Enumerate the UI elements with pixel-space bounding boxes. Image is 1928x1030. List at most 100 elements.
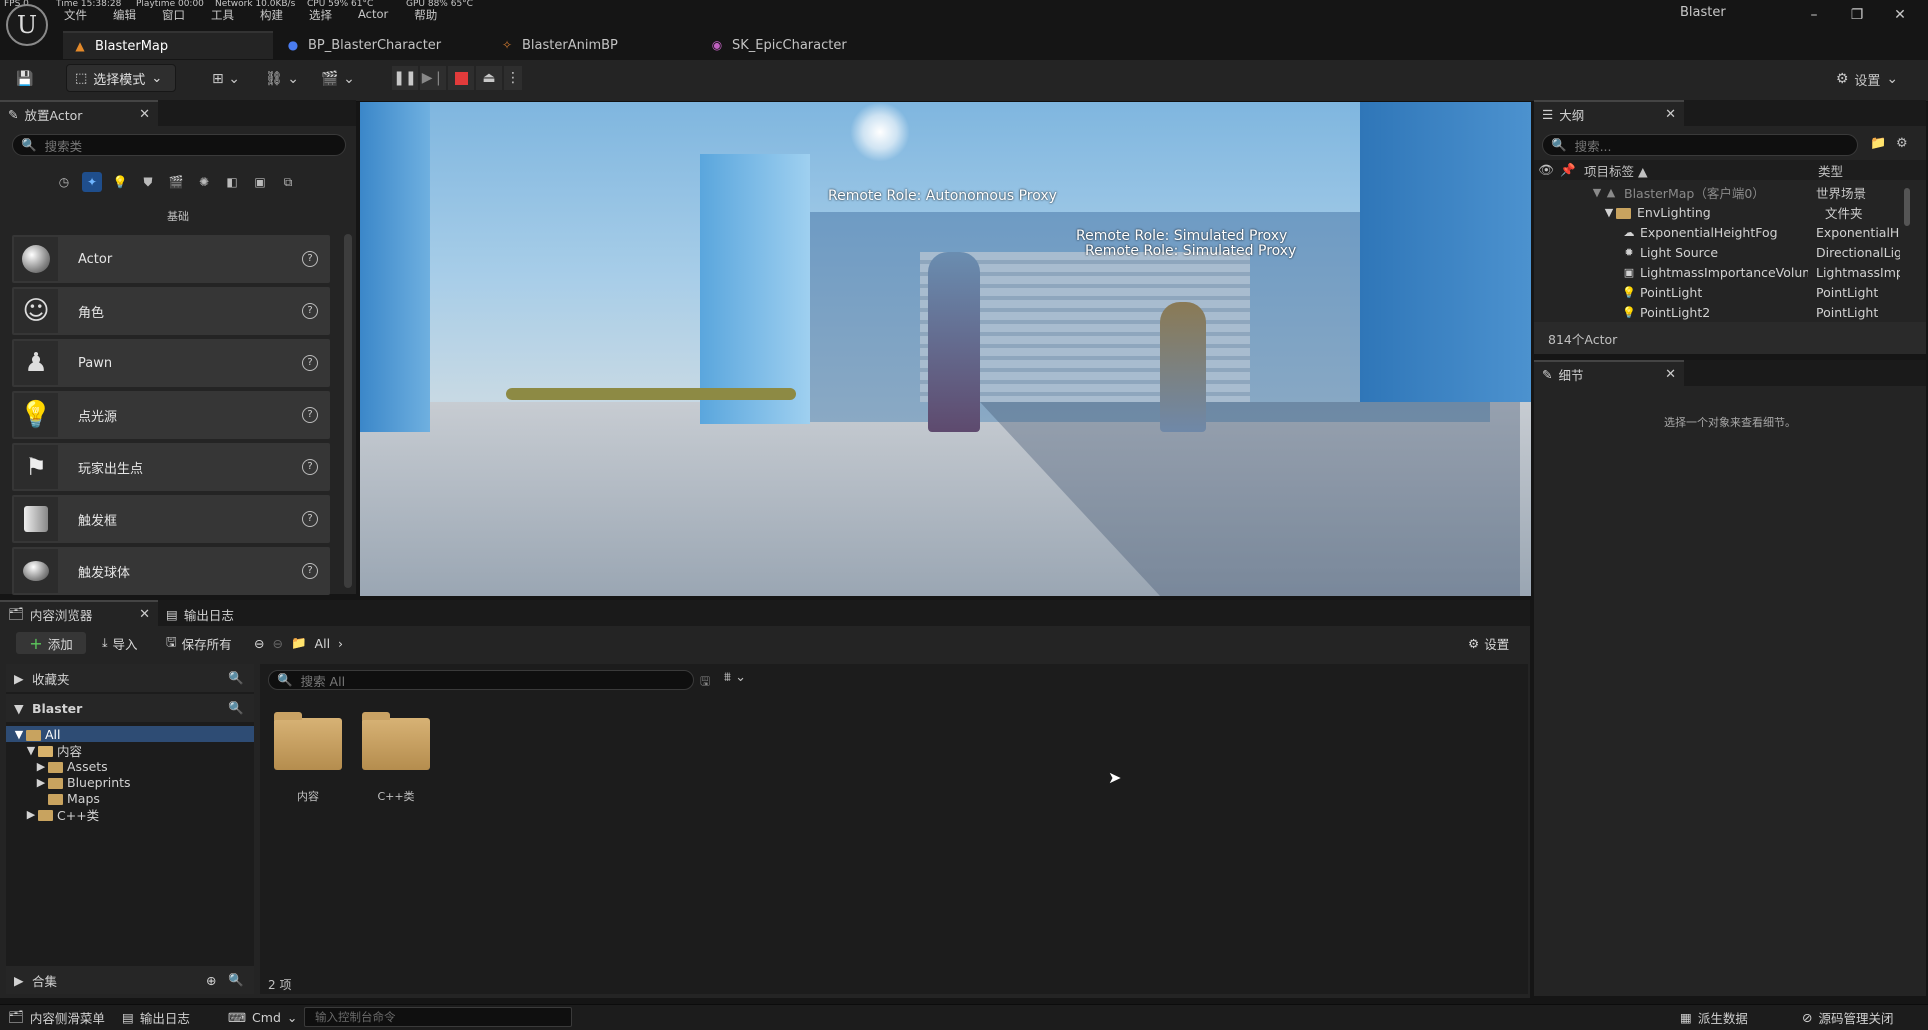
blueprints-icon[interactable]: ⛓ ⌄ bbox=[262, 66, 302, 92]
menu-tools[interactable]: 工具 bbox=[211, 7, 234, 23]
help-icon[interactable]: ? bbox=[302, 511, 318, 527]
help-icon[interactable]: ? bbox=[302, 303, 318, 319]
project-header[interactable]: ▼ Blaster 🔍 bbox=[6, 694, 254, 722]
source-control-button[interactable]: ⊘ 源码管理关闭 bbox=[1802, 1004, 1894, 1030]
outliner-scrollbar[interactable] bbox=[1904, 188, 1910, 226]
outliner-row[interactable]: ☁ ExponentialHeightFog ExponentialHe bbox=[1534, 222, 1914, 242]
close-icon[interactable]: ✕ bbox=[1665, 367, 1676, 382]
cinematics-icon[interactable]: 🎬 ⌄ bbox=[318, 66, 358, 92]
tab-place-actors[interactable]: ✎ 放置Actor ✕ bbox=[0, 100, 158, 126]
outliner-row[interactable]: 💡 PointLight PointLight bbox=[1534, 282, 1914, 302]
pin-icon[interactable]: 📌 bbox=[1558, 162, 1578, 178]
search-icon[interactable]: 🔍 bbox=[228, 700, 244, 716]
console-input[interactable]: 输入控制台命令 bbox=[304, 1007, 572, 1027]
tab-details[interactable]: ✎ 细节 ✕ bbox=[1534, 360, 1684, 386]
search-icon[interactable]: 🔍 bbox=[228, 670, 244, 686]
menu-help[interactable]: 帮助 bbox=[414, 7, 437, 23]
asset-folder-content[interactable]: 内容 bbox=[272, 712, 344, 804]
output-log-button[interactable]: ▤ 输出日志 bbox=[122, 1004, 190, 1030]
pause-icon[interactable]: ❚❚ bbox=[392, 66, 418, 90]
help-icon[interactable]: ? bbox=[302, 251, 318, 267]
add-content-icon[interactable]: ⊞ ⌄ bbox=[206, 66, 246, 92]
all-classes-icon[interactable]: ⧉ bbox=[278, 172, 298, 192]
save-icon[interactable]: 💾 bbox=[12, 66, 38, 92]
gear-icon[interactable]: ⚙ bbox=[1896, 136, 1908, 151]
visual-effects-icon[interactable]: ✺ bbox=[194, 172, 214, 192]
add-folder-icon[interactable]: 📁 bbox=[1870, 136, 1886, 151]
help-icon[interactable]: ? bbox=[302, 563, 318, 579]
menu-build[interactable]: 构建 bbox=[260, 7, 283, 23]
tree-item-assets[interactable]: ▶ Assets bbox=[6, 758, 254, 774]
cmd-dropdown[interactable]: ⌨ Cmd ⌄ bbox=[228, 1004, 297, 1030]
tree-item-blueprints[interactable]: ▶ Blueprints bbox=[6, 774, 254, 790]
help-icon[interactable]: ? bbox=[302, 355, 318, 371]
content-settings-button[interactable]: ⚙ 设置 bbox=[1468, 632, 1509, 654]
tree-item-all[interactable]: ▼ All bbox=[6, 726, 254, 742]
outliner-row[interactable]: ✹ Light Source DirectionalLigl bbox=[1534, 242, 1914, 262]
tree-item-maps[interactable]: Maps bbox=[6, 790, 254, 806]
close-icon[interactable]: ✕ bbox=[139, 107, 150, 122]
place-item-actor[interactable]: Actor ? bbox=[12, 235, 330, 283]
character-autonomous[interactable] bbox=[928, 252, 980, 432]
volumes-icon[interactable]: ▣ bbox=[250, 172, 270, 192]
close-icon[interactable]: ✕ bbox=[1665, 107, 1676, 122]
close-icon[interactable]: ✕ bbox=[139, 607, 150, 622]
place-actors-search[interactable]: 🔍 搜索类 bbox=[12, 134, 346, 156]
menu-file[interactable]: 文件 bbox=[64, 7, 87, 23]
derived-data-button[interactable]: ▦ 派生数据 bbox=[1680, 1004, 1748, 1030]
tab-output-log[interactable]: ▤ 输出日志 bbox=[158, 600, 278, 626]
filter-icon[interactable]: ⩩ ⌄ bbox=[724, 670, 746, 685]
col-type[interactable]: 类型 bbox=[1808, 161, 1843, 180]
save-all-button[interactable]: 🖫 保存所有 bbox=[166, 632, 232, 654]
character-simulated[interactable] bbox=[1160, 302, 1206, 432]
cinematic-icon[interactable]: 🎬 bbox=[166, 172, 186, 192]
tree-item-content[interactable]: ▼ 内容 bbox=[6, 742, 254, 759]
level-viewport[interactable]: Remote Role: Autonomous Proxy Remote Rol… bbox=[360, 102, 1531, 596]
tab-blastermap[interactable]: ▲ BlasterMap bbox=[63, 31, 273, 59]
import-button[interactable]: ⤓ 导入 bbox=[102, 632, 138, 654]
breadcrumb-all[interactable]: All bbox=[315, 636, 331, 651]
folder-icon[interactable]: 📁 bbox=[291, 635, 307, 651]
tab-content-browser[interactable]: 🗂 内容浏览器 ✕ bbox=[0, 600, 158, 626]
place-item-trigger-box[interactable]: 触发框 ? bbox=[12, 495, 330, 543]
asset-folder-cpp[interactable]: C++类 bbox=[360, 712, 432, 804]
outliner-row[interactable]: ▼ ▲ BlasterMap（客户端0） 世界场景 bbox=[1534, 182, 1914, 202]
stop-icon[interactable] bbox=[448, 66, 474, 90]
col-item-label[interactable]: 项目标签 ▲ bbox=[1578, 161, 1808, 180]
geometry-icon[interactable]: ◧ bbox=[222, 172, 242, 192]
forward-icon[interactable]: ⊖ bbox=[272, 636, 282, 651]
back-icon[interactable]: ⊖ bbox=[254, 636, 264, 651]
outliner-search[interactable]: 🔍 搜索... bbox=[1542, 134, 1858, 156]
save-search-icon[interactable]: 🖫 bbox=[700, 672, 710, 693]
basic-icon[interactable]: ✦ bbox=[82, 172, 102, 192]
close-icon[interactable]: ✕ bbox=[1883, 4, 1917, 26]
tab-blasteranimbp[interactable]: ✧ BlasterAnimBP bbox=[490, 31, 700, 59]
search-icon[interactable]: 🔍 bbox=[228, 972, 244, 988]
shapes-icon[interactable]: ⛊ bbox=[138, 172, 158, 192]
place-item-character[interactable]: ☺ 角色 ? bbox=[12, 287, 330, 335]
place-item-player-start[interactable]: ⚑ 玩家出生点 ? bbox=[12, 443, 330, 491]
collections-header[interactable]: ▶ 合集 ⊕ 🔍 bbox=[6, 966, 254, 994]
add-collection-icon[interactable]: ⊕ bbox=[206, 973, 216, 988]
content-drawer-button[interactable]: 🗂 内容侧滑菜单 bbox=[8, 1004, 105, 1030]
chevron-right-icon[interactable]: › bbox=[338, 636, 343, 651]
select-mode-dropdown[interactable]: ⬚ 选择模式 ⌄ bbox=[66, 64, 176, 92]
eject-icon[interactable]: ⏏ bbox=[476, 66, 502, 90]
favorites-header[interactable]: ▶ 收藏夹 🔍 bbox=[6, 664, 254, 692]
menu-window[interactable]: 窗口 bbox=[162, 7, 185, 23]
outliner-row[interactable]: ▣ LightmassImportanceVolum LightmassImp bbox=[1534, 262, 1914, 282]
help-icon[interactable]: ? bbox=[302, 407, 318, 423]
place-item-pawn[interactable]: ♟ Pawn ? bbox=[12, 339, 330, 387]
step-icon[interactable]: ▶❘ bbox=[420, 66, 446, 90]
asset-search[interactable]: 🔍 搜索 All bbox=[268, 670, 694, 690]
tree-item-cpp-classes[interactable]: ▶ C++类 bbox=[6, 806, 254, 823]
visibility-icon[interactable]: 👁 bbox=[1534, 162, 1558, 178]
minimize-icon[interactable]: – bbox=[1797, 4, 1831, 26]
restore-icon[interactable]: ❐ bbox=[1840, 4, 1874, 26]
menu-edit[interactable]: 编辑 bbox=[113, 7, 136, 23]
help-icon[interactable]: ? bbox=[302, 459, 318, 475]
place-actors-scrollbar[interactable] bbox=[344, 234, 352, 588]
tab-bp-blastercharacter[interactable]: ● BP_BlasterCharacter bbox=[276, 31, 486, 59]
settings-button[interactable]: ⚙ 设置 ⌄ bbox=[1832, 66, 1902, 92]
place-item-point-light[interactable]: 💡 点光源 ? bbox=[12, 391, 330, 439]
